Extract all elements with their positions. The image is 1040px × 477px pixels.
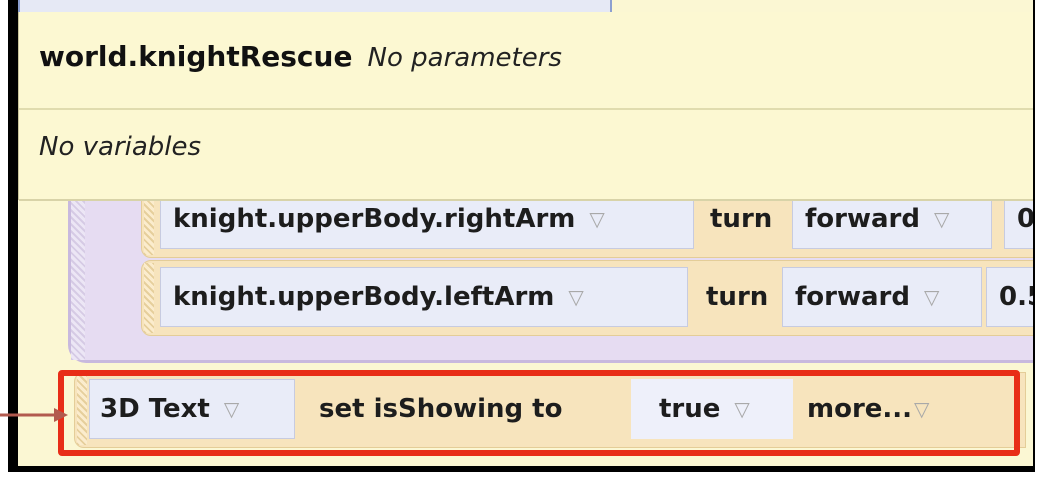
method-name: world.knightRescue — [39, 40, 353, 73]
dropdown-caret-icon[interactable]: ▽ — [589, 207, 604, 231]
method-signature: world.knightRescue No parameters — [39, 40, 562, 73]
drag-grip[interactable] — [144, 263, 154, 333]
object-selector[interactable]: knight.upperBody.leftArm ▽ — [160, 267, 688, 327]
amount-label: 0 — [1017, 204, 1033, 234]
header-divider — [19, 108, 1033, 110]
statement-turn-left-arm[interactable]: knight.upperBody.leftArm ▽ turn forward … — [141, 260, 1033, 336]
dropdown-caret-icon[interactable]: ▽ — [568, 285, 583, 309]
amount-selector[interactable]: 0.5 — [986, 267, 1033, 327]
highlight-box — [58, 370, 1020, 456]
variables-label[interactable]: No variables — [39, 132, 201, 162]
method-header: world.knightRescue No parameters No vari… — [18, 12, 1033, 201]
object-label: knight.upperBody.rightArm — [173, 204, 576, 234]
dropdown-caret-icon[interactable]: ▽ — [924, 285, 939, 309]
do-together-block[interactable]: knight.upperBody.rightArm ▽ turn forward… — [68, 182, 1033, 363]
direction-label: forward — [805, 204, 920, 234]
direction-label: forward — [795, 282, 910, 312]
parameters-label[interactable]: No parameters — [368, 43, 562, 73]
header-bottom-border — [19, 199, 1033, 201]
verb-label: turn — [706, 282, 769, 312]
amount-label: 0.5 — [999, 282, 1033, 312]
object-label: knight.upperBody.leftArm — [173, 282, 555, 312]
arrow-icon — [0, 408, 68, 422]
dropdown-caret-icon[interactable]: ▽ — [934, 207, 949, 231]
direction-selector[interactable]: forward ▽ — [782, 267, 982, 327]
